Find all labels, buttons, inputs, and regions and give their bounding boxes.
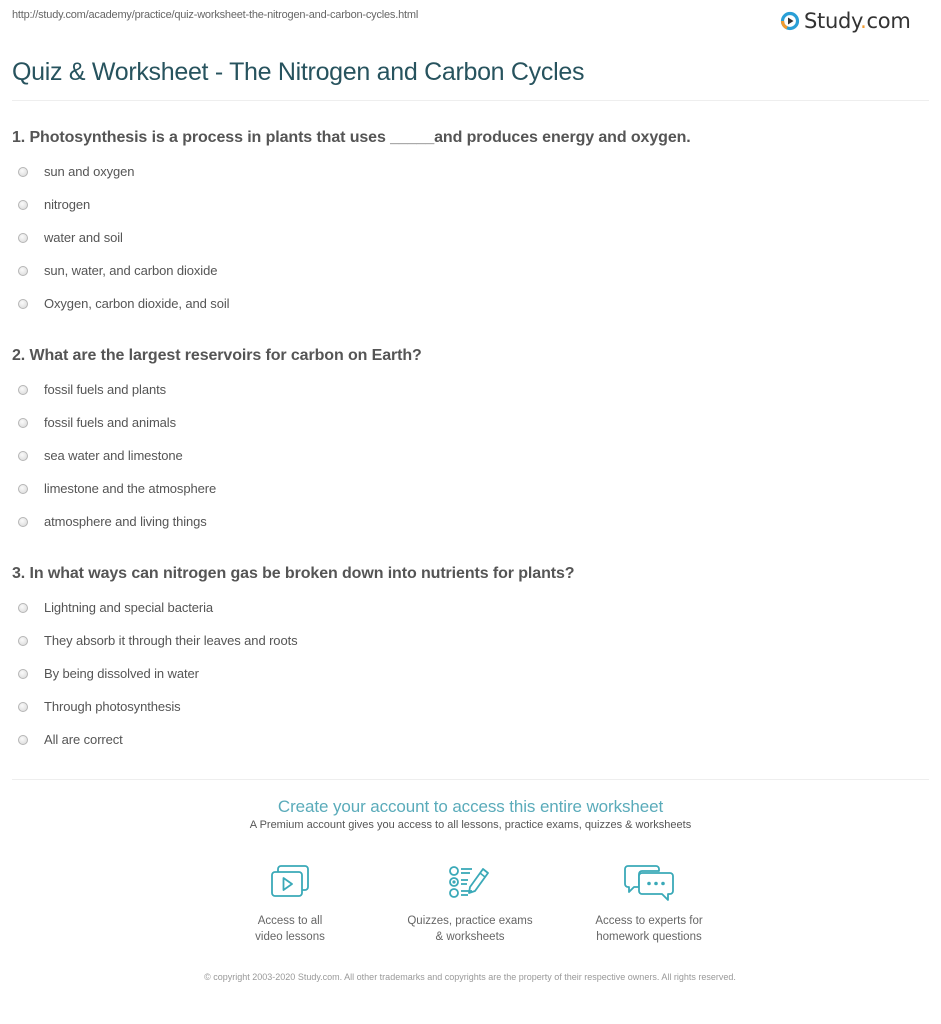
page-url: http://study.com/academy/practice/quiz-w…	[12, 9, 419, 21]
answer-option[interactable]: sea water and limestone	[12, 439, 929, 472]
cta-subtitle: A Premium account gives you access to al…	[249, 819, 692, 831]
answer-option[interactable]: All are correct	[12, 723, 929, 756]
radio-button[interactable]	[18, 701, 28, 712]
option-label: Oxygen, carbon dioxide, and soil	[44, 296, 230, 311]
answer-options: fossil fuels and plants fossil fuels and…	[12, 373, 929, 538]
option-label: limestone and the atmosphere	[44, 481, 217, 496]
feature-quizzes: Quizzes, practice exams & worksheets	[390, 863, 550, 945]
question-2: 2. What are the largest reservoirs for c…	[12, 346, 929, 538]
radio-button[interactable]	[18, 384, 28, 395]
radio-button[interactable]	[18, 265, 28, 276]
option-label: atmosphere and living things	[44, 514, 207, 529]
answer-option[interactable]: limestone and the atmosphere	[12, 472, 929, 505]
feature-label: Access to experts for homework questions	[595, 915, 703, 943]
radio-button[interactable]	[18, 417, 28, 428]
option-label: sun, water, and carbon dioxide	[44, 263, 218, 278]
radio-button[interactable]	[18, 199, 28, 210]
answer-option[interactable]: sun, water, and carbon dioxide	[12, 254, 929, 287]
question-1: 1. Photosynthesis is a process in plants…	[12, 128, 929, 320]
answer-option[interactable]: water and soil	[12, 221, 929, 254]
option-label: sun and oxygen	[44, 164, 135, 179]
radio-button[interactable]	[18, 516, 28, 527]
radio-button[interactable]	[18, 483, 28, 494]
question-text: 2. What are the largest reservoirs for c…	[12, 347, 422, 364]
premium-cta: Create your account to access this entir…	[0, 797, 941, 831]
question-text: 3. In what ways can nitrogen gas be brok…	[12, 565, 575, 582]
option-label: By being dissolved in water	[44, 666, 199, 681]
option-label: Through photosynthesis	[44, 699, 181, 714]
option-label: All are correct	[44, 732, 123, 747]
page-title: Quiz & Worksheet - The Nitrogen and Carb…	[12, 58, 585, 86]
video-lessons-icon	[210, 863, 370, 907]
answer-options: Lightning and special bacteria They abso…	[12, 591, 929, 756]
radio-button[interactable]	[18, 450, 28, 461]
answer-option[interactable]: nitrogen	[12, 188, 929, 221]
logo-wordmark: Study.com	[804, 9, 911, 33]
answer-option[interactable]: fossil fuels and animals	[12, 406, 929, 439]
answer-option[interactable]: By being dissolved in water	[12, 657, 929, 690]
radio-button[interactable]	[18, 232, 28, 243]
option-label: water and soil	[44, 230, 123, 245]
chat-bubbles-icon	[569, 863, 729, 907]
feature-label: Access to all video lessons	[255, 915, 325, 943]
question-text: 1. Photosynthesis is a process in plants…	[12, 129, 691, 146]
radio-button[interactable]	[18, 668, 28, 679]
question-3: 3. In what ways can nitrogen gas be brok…	[12, 564, 929, 756]
option-label: sea water and limestone	[44, 448, 183, 463]
feature-label: Quizzes, practice exams & worksheets	[407, 915, 533, 943]
radio-button[interactable]	[18, 166, 28, 177]
option-label: They absorb it through their leaves and …	[44, 633, 298, 648]
radio-button[interactable]	[18, 602, 28, 613]
section-divider	[12, 779, 929, 780]
answer-option[interactable]: Oxygen, carbon dioxide, and soil	[12, 287, 929, 320]
play-circle-logo-icon	[780, 11, 800, 31]
answer-options: sun and oxygen nitrogen water and soil s…	[12, 155, 929, 320]
option-label: fossil fuels and animals	[44, 415, 176, 430]
answer-option[interactable]: atmosphere and living things	[12, 505, 929, 538]
radio-button[interactable]	[18, 734, 28, 745]
feature-video-lessons: Access to all video lessons	[210, 863, 370, 945]
feature-experts: Access to experts for homework questions	[569, 863, 729, 945]
radio-button[interactable]	[18, 635, 28, 646]
option-label: nitrogen	[44, 197, 91, 212]
answer-option[interactable]: They absorb it through their leaves and …	[12, 624, 929, 657]
answer-option[interactable]: Lightning and special bacteria	[12, 591, 929, 624]
study-com-logo[interactable]: Study.com	[780, 6, 911, 36]
answer-option[interactable]: Through photosynthesis	[12, 690, 929, 723]
answer-option[interactable]: fossil fuels and plants	[12, 373, 929, 406]
answer-option[interactable]: sun and oxygen	[12, 155, 929, 188]
option-label: Lightning and special bacteria	[44, 600, 214, 615]
cta-title[interactable]: Create your account to access this entir…	[0, 797, 941, 817]
copyright-footer: © copyright 2003-2020 Study.com. All oth…	[204, 972, 736, 982]
quiz-checklist-icon	[390, 863, 550, 907]
title-divider	[12, 100, 929, 101]
radio-button[interactable]	[18, 298, 28, 309]
option-label: fossil fuels and plants	[44, 382, 166, 397]
